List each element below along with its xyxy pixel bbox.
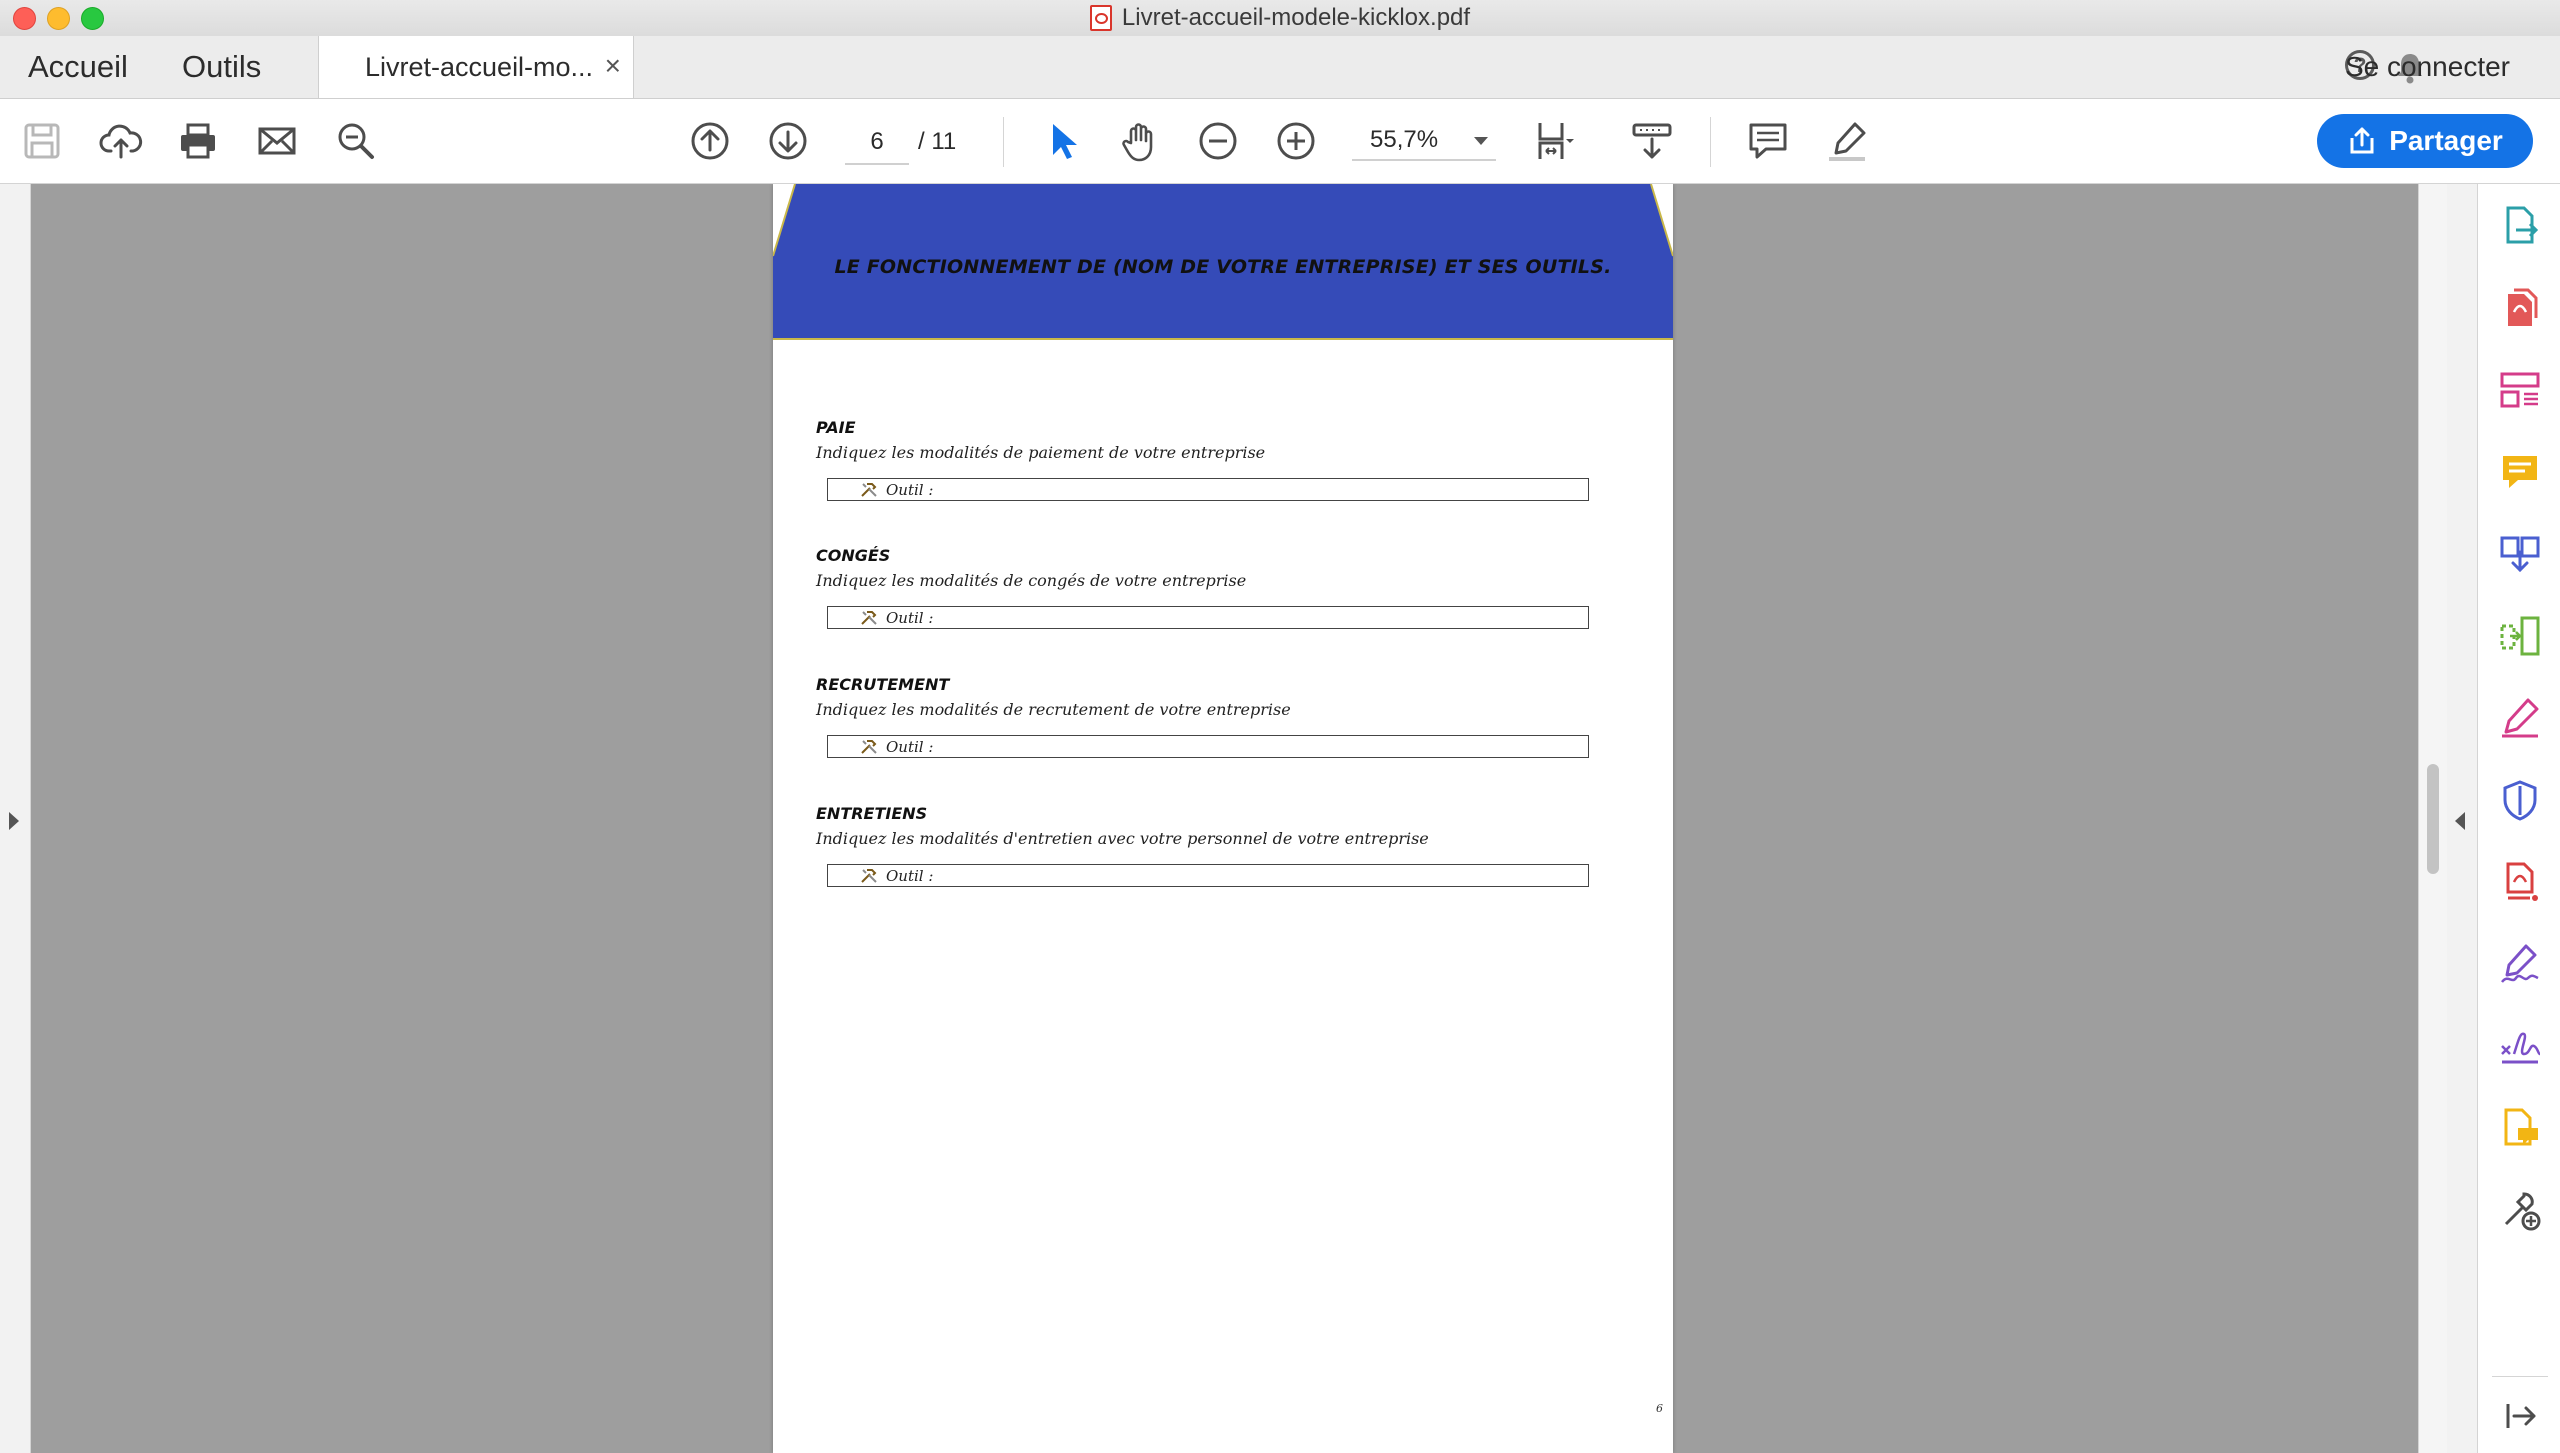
- tools-panel: [2477, 184, 2560, 1453]
- window-title-text: Livret-accueil-modele-kicklox.pdf: [1121, 4, 1471, 31]
- scrollbar-thumb[interactable]: [2427, 764, 2439, 874]
- hand-icon[interactable]: [1118, 119, 1162, 163]
- tool-field: Outil :: [827, 735, 1589, 758]
- fill-sign-icon[interactable]: [2498, 696, 2542, 740]
- comment-tool-icon[interactable]: [2498, 450, 2542, 494]
- page-banner: LE FONCTIONNEMENT DE (NOM DE VOTRE ENTRE…: [773, 184, 1673, 340]
- left-panel-toggle[interactable]: [0, 184, 31, 1453]
- chevron-down-icon: [1474, 137, 1488, 145]
- close-tab-icon[interactable]: ×: [605, 50, 621, 82]
- page-up-icon[interactable]: [688, 119, 732, 163]
- window-title: Livret-accueil-modele-kicklox.pdf: [0, 0, 2560, 36]
- pdf-page: LE FONCTIONNEMENT DE (NOM DE VOTRE ENTRE…: [773, 184, 1673, 1453]
- request-signature-icon[interactable]: [2498, 942, 2542, 986]
- section-description: Indiquez les modalités de recrutement de…: [816, 700, 1291, 719]
- expand-left-panel-icon[interactable]: [9, 812, 19, 830]
- tab-bar: Accueil Outils Livret-accueil-mo... × ? …: [0, 36, 2560, 99]
- highlight-pen-icon[interactable]: [1825, 119, 1869, 163]
- more-tools-icon[interactable]: [2498, 1188, 2542, 1232]
- pdf-file-icon: [1089, 5, 1112, 31]
- tools-icon: [861, 868, 877, 883]
- section-description: Indiquez les modalités de paiement de vo…: [816, 443, 1266, 462]
- banner-title: LE FONCTIONNEMENT DE (NOM DE VOTRE ENTRE…: [834, 256, 1612, 278]
- tool-field: Outil :: [827, 606, 1589, 629]
- vertical-scrollbar[interactable]: [2418, 184, 2447, 1453]
- section-title: CONGÉS: [816, 546, 891, 565]
- tool-label: Outil :: [886, 608, 934, 627]
- zoom-out-icon[interactable]: [1196, 119, 1240, 163]
- toolbar-divider: [1003, 117, 1004, 167]
- tool-field: Outil :: [827, 478, 1589, 501]
- tab-document[interactable]: Livret-accueil-mo... ×: [318, 36, 634, 98]
- share-button-label: Partager: [2389, 125, 2503, 156]
- mail-icon[interactable]: [255, 119, 299, 163]
- protect-icon[interactable]: [2498, 778, 2542, 822]
- save-icon[interactable]: [20, 119, 64, 163]
- tab-home[interactable]: Accueil: [28, 36, 128, 98]
- pdf-edit-icon[interactable]: [2498, 860, 2542, 904]
- page-fit-icon[interactable]: [1532, 119, 1576, 163]
- tool-label: Outil :: [886, 866, 934, 885]
- select-pointer-icon[interactable]: [1041, 119, 1085, 163]
- tool-label: Outil :: [886, 480, 934, 499]
- export-pdf-icon[interactable]: [2498, 204, 2542, 248]
- compress-icon[interactable]: [2498, 614, 2542, 658]
- zoom-level-value: 55,7%: [1370, 126, 1439, 153]
- collapse-panel-icon[interactable]: [2498, 1394, 2542, 1438]
- collapse-right-panel-icon[interactable]: [2455, 812, 2465, 830]
- section-entretiens: ENTRETIENS Indiquez les modalités d'entr…: [816, 804, 1636, 848]
- title-bar: Livret-accueil-modele-kicklox.pdf: [0, 0, 2560, 37]
- section-recrutement: RECRUTEMENT Indiquez les modalités de re…: [816, 675, 1636, 719]
- search-zoom-icon[interactable]: [334, 119, 378, 163]
- section-title: RECRUTEMENT: [816, 675, 950, 694]
- section-conges: CONGÉS Indiquez les modalités de congés …: [816, 546, 1636, 590]
- page-footer-number: 6: [1656, 1402, 1663, 1415]
- send-review-icon[interactable]: [2498, 1106, 2542, 1150]
- cloud-upload-icon[interactable]: [99, 119, 143, 163]
- scroll-mode-icon[interactable]: [1630, 119, 1674, 163]
- toolbar: / 11 55,7% Partager: [0, 99, 2560, 184]
- page-total: / 11: [918, 128, 957, 155]
- section-title: PAIE: [816, 418, 856, 437]
- panel-divider: [2492, 1376, 2548, 1377]
- tab-tools[interactable]: Outils: [182, 36, 261, 98]
- section-title: ENTRETIENS: [816, 804, 928, 823]
- tool-field: Outil :: [827, 864, 1589, 887]
- combine-files-icon[interactable]: [2498, 532, 2542, 576]
- sign-in-link[interactable]: Se connecter: [2345, 36, 2510, 98]
- page-down-icon[interactable]: [766, 119, 810, 163]
- page-number-input[interactable]: [845, 121, 909, 165]
- tools-icon: [861, 482, 877, 497]
- document-viewer[interactable]: LE FONCTIONNEMENT DE (NOM DE VOTRE ENTRE…: [31, 184, 2418, 1453]
- certificate-sign-icon[interactable]: [2498, 1024, 2542, 1068]
- section-description: Indiquez les modalités d'entretien avec …: [816, 829, 1429, 848]
- right-panel-toggle[interactable]: [2447, 184, 2477, 1453]
- share-icon: [2350, 127, 2374, 154]
- tools-icon: [861, 739, 877, 754]
- zoom-in-icon[interactable]: [1274, 119, 1318, 163]
- zoom-level-select[interactable]: 55,7%: [1352, 121, 1496, 161]
- print-icon[interactable]: [176, 119, 220, 163]
- share-button[interactable]: Partager: [2317, 114, 2533, 168]
- tools-icon: [861, 610, 877, 625]
- tab-document-label: Livret-accueil-mo...: [365, 51, 594, 82]
- section-description: Indiquez les modalités de congés de votr…: [816, 571, 1247, 590]
- create-pdf-icon[interactable]: [2498, 286, 2542, 330]
- section-paie: PAIE Indiquez les modalités de paiement …: [816, 418, 1636, 462]
- comment-icon[interactable]: [1746, 119, 1790, 163]
- tool-label: Outil :: [886, 737, 934, 756]
- toolbar-divider: [1710, 117, 1711, 167]
- organize-pages-icon[interactable]: [2498, 368, 2542, 412]
